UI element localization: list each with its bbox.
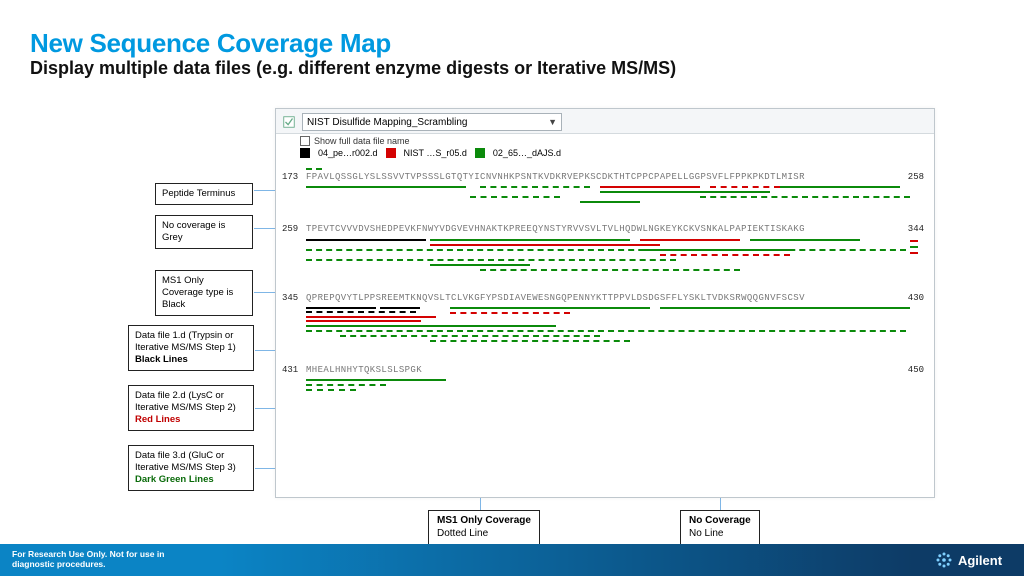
row-end: 430 <box>908 293 924 303</box>
row-start: 431 <box>282 365 298 375</box>
panel-icon <box>282 115 296 129</box>
show-full-filename-row: Show full data file name <box>276 134 934 146</box>
sequence-text: MHEALHNHYTQKSLSLSPGK <box>280 365 930 375</box>
legend: 04_pe…r002.d NIST …S_r05.d 02_65…_dAJS.d <box>276 146 934 162</box>
callout-ms1-dotted: MS1 Only CoverageDotted Line <box>428 510 540 545</box>
coverage-map-panel: NIST Disulfide Mapping_Scrambling ▼ Show… <box>275 108 935 498</box>
callout-peptide-terminus: Peptide Terminus <box>155 183 253 205</box>
row-start: 173 <box>282 172 298 182</box>
footer: For Research Use Only. Not for use in di… <box>0 544 1024 576</box>
legend-swatch-black <box>300 148 310 158</box>
legend-swatch-green <box>475 148 485 158</box>
callout-file1: Data file 1.d (Trypsin or Iterative MS/M… <box>128 325 254 371</box>
protein-select-value: NIST Disulfide Mapping_Scrambling <box>307 117 467 128</box>
footer-brand-text: Agilent <box>958 553 1002 568</box>
row-end: 450 <box>908 365 924 375</box>
sequence-text: QPREPQVYTLPPSREEMTKNQVSLTCLVKGFYPSDIAVEW… <box>280 293 930 303</box>
legend-label-3: 02_65…_dAJS.d <box>493 148 561 158</box>
row-end: 258 <box>908 172 924 182</box>
callout-file3: Data file 3.d (GluC or Iterative MS/MS S… <box>128 445 254 491</box>
seq-row: 431 450 MHEALHNHYTQKSLSLSPGK <box>280 365 930 395</box>
legend-swatch-red <box>386 148 396 158</box>
legend-label-1: 04_pe…r002.d <box>318 148 378 158</box>
seq-row: 173 258 FPAVLQSSGLYSLSSVVTVPSSSLGTQTYICN… <box>280 172 930 210</box>
show-full-filename-checkbox[interactable] <box>300 136 310 146</box>
sequence-area: 173 258 FPAVLQSSGLYSLSSVVTVPSSSLGTQTYICN… <box>276 162 934 403</box>
seq-row: 259 344 TPEVTCVVVDVSHEDPEVKFNWYVDGVEVHNA… <box>280 224 930 278</box>
callout-no-coverage-grey: No coverage is Grey <box>155 215 253 249</box>
legend-label-2: NIST …S_r05.d <box>404 148 467 158</box>
agilent-logo-icon <box>936 552 952 568</box>
seq-row: 345 430 QPREPQVYTLPPSREEMTKNQVSLTCLVKGFY… <box>280 293 930 351</box>
panel-toolbar: NIST Disulfide Mapping_Scrambling ▼ <box>276 109 934 134</box>
callout-ms1-black: MS1 Only Coverage type is Black <box>155 270 253 316</box>
callout-file2: Data file 2.d (LysC or Iterative MS/MS S… <box>128 385 254 431</box>
sequence-text: TPEVTCVVVDVSHEDPEVKFNWYVDGVEVHNAKTKPREEQ… <box>280 224 930 234</box>
page-subtitle: Display multiple data files (e.g. differ… <box>30 58 676 79</box>
footer-brand: Agilent <box>914 544 1024 576</box>
footer-gradient <box>220 544 914 576</box>
protein-select[interactable]: NIST Disulfide Mapping_Scrambling ▼ <box>302 113 562 131</box>
row-start: 259 <box>282 224 298 234</box>
show-full-filename-label: Show full data file name <box>314 136 410 146</box>
row-end: 344 <box>908 224 924 234</box>
row-start: 345 <box>282 293 298 303</box>
footer-disclaimer: For Research Use Only. Not for use in di… <box>0 544 220 576</box>
chevron-down-icon: ▼ <box>548 117 557 127</box>
callout-nocoverage-noline: No CoverageNo Line <box>680 510 760 545</box>
page-title: New Sequence Coverage Map <box>30 28 391 59</box>
sequence-text: FPAVLQSSGLYSLSSVVTVPSSSLGTQTYICNVNHKPSNT… <box>280 172 930 182</box>
